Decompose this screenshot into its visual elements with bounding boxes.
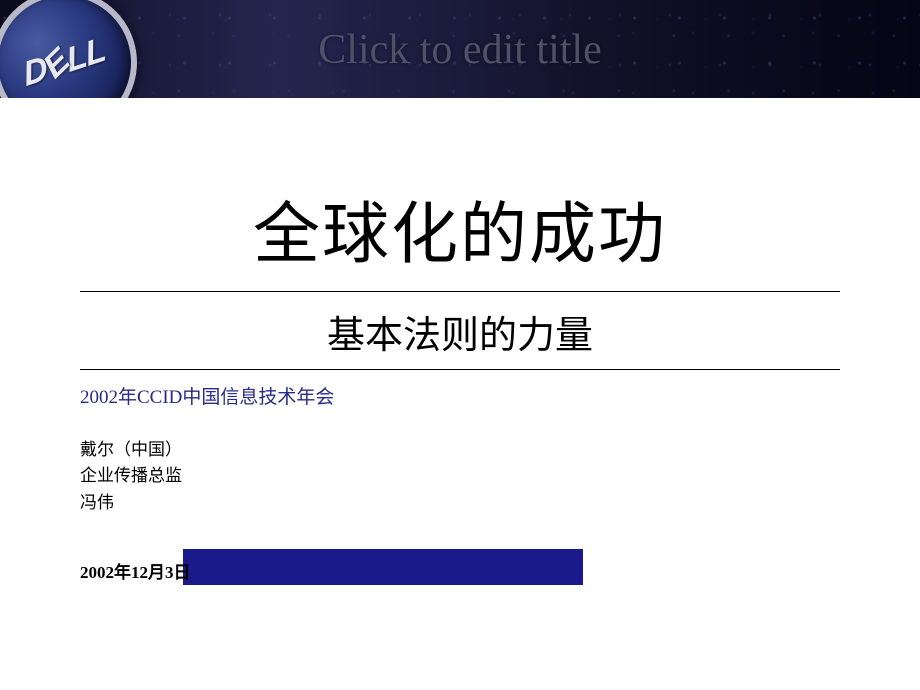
- slide-content: 全球化的成功 基本法则的力量 2002年CCID中国信息技术年会 戴尔（中国） …: [0, 180, 920, 600]
- divider-top: [80, 291, 840, 292]
- presentation-date: 2002年12月3日: [80, 558, 191, 583]
- author-name: 冯伟: [80, 490, 840, 516]
- author-position: 企业传播总监: [80, 463, 840, 489]
- author-block: 戴尔（中国） 企业传播总监 冯伟: [80, 437, 840, 516]
- author-company: 戴尔（中国）: [80, 437, 840, 463]
- blue-redaction-box: [183, 549, 583, 585]
- header-bar: DELL Click to edit title: [0, 0, 920, 98]
- divider-bottom: [80, 369, 840, 370]
- dell-logo-text: DELL: [21, 30, 108, 95]
- date-row: 2002年12月3日: [80, 558, 840, 600]
- event-name: 2002年CCID中国信息技术年会: [80, 382, 840, 409]
- subtitle: 基本法则的力量: [80, 304, 840, 359]
- main-title: 全球化的成功: [80, 180, 840, 277]
